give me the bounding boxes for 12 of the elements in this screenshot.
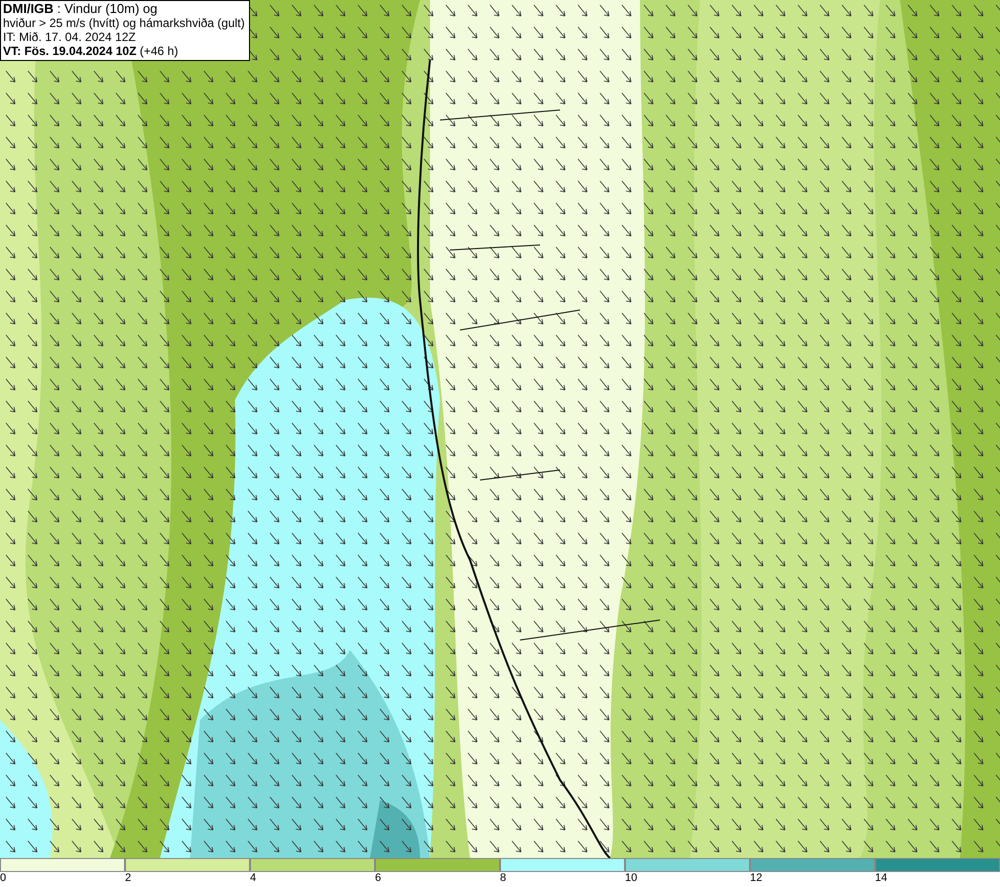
scale-label: 2 <box>125 872 132 885</box>
info-text: DMI/IGB : Vindur (10m) og <box>3 2 158 16</box>
info-text: IT: Mið. 17. 04. 2024 12Z <box>3 30 137 44</box>
info-text: hviður > 25 m/s (hvítt) og hámarkshviða (gult) <box>3 16 245 30</box>
scale-label: 10 <box>625 872 638 885</box>
scale-label: 4 <box>250 872 256 885</box>
info-text: VT: Fös. 19.04.2024 10Z (+46 h) <box>3 44 180 58</box>
scale-label: 6 <box>375 872 382 885</box>
scale-label: 8 <box>500 872 506 885</box>
scale-label: 14 <box>875 872 888 885</box>
scale-label: 0 <box>0 872 6 885</box>
scale-label: 12 <box>750 872 762 885</box>
